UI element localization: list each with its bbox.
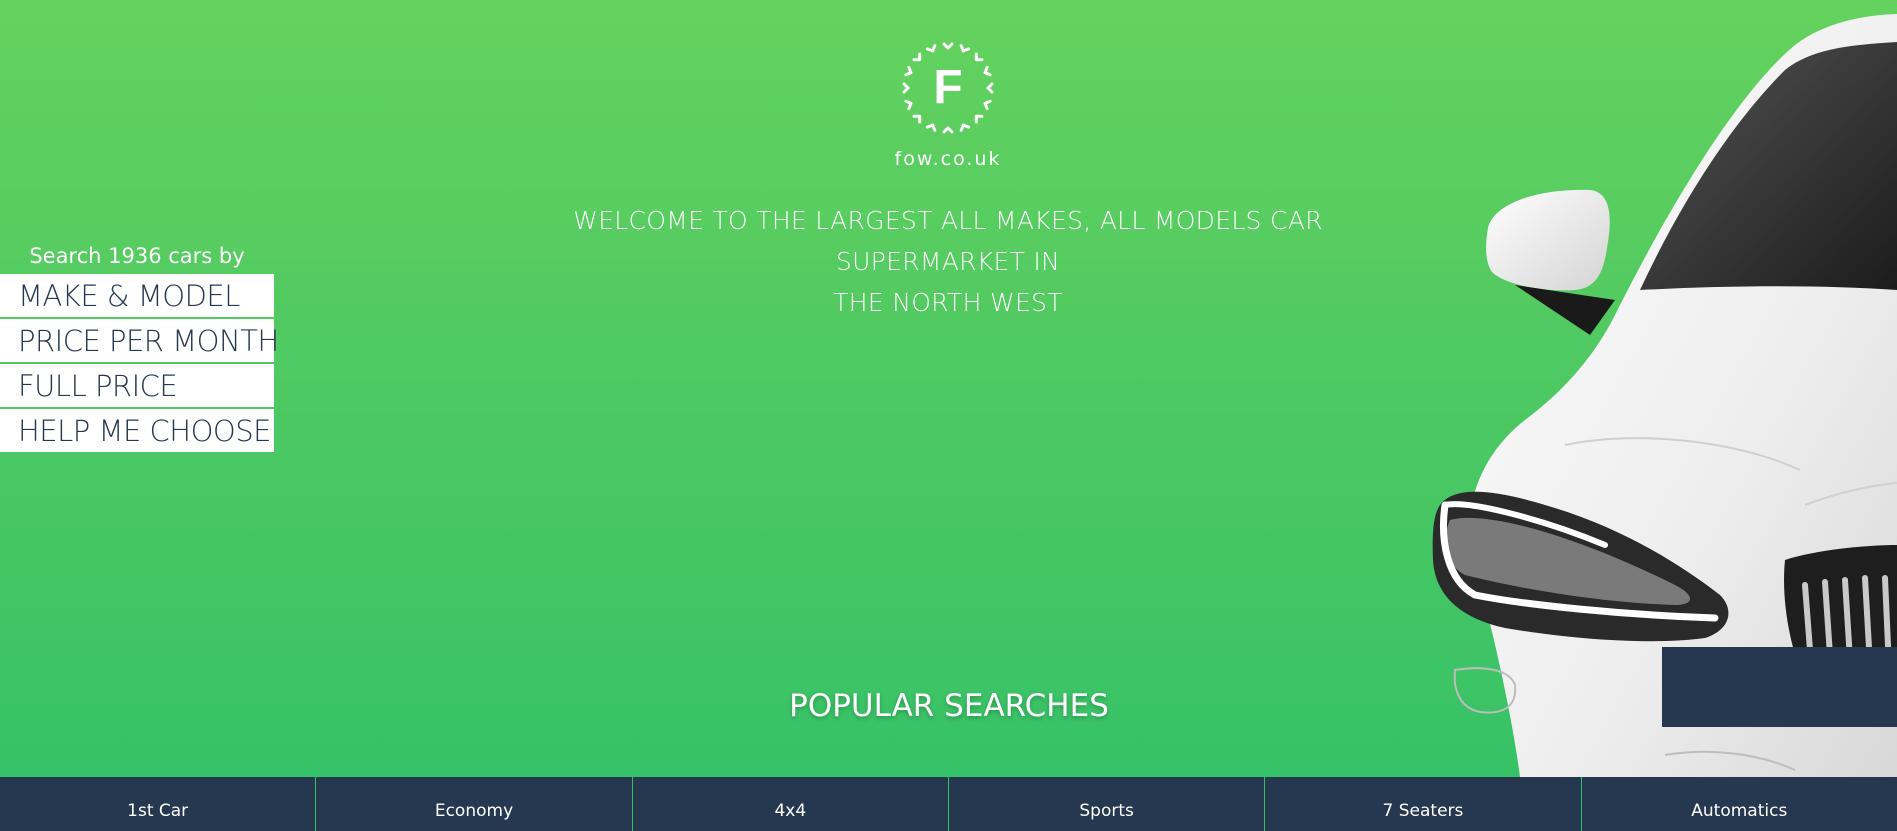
welcome-heading: WELCOME TO THE LARGEST ALL MAKES, ALL MO… xyxy=(478,200,1418,323)
logo-mark: F xyxy=(896,36,1000,140)
welcome-line-2: THE NORTH WEST xyxy=(833,288,1063,317)
search-option-price-per-month[interactable]: PRICE PER MONTH xyxy=(0,319,279,362)
search-title: Search 1936 cars by xyxy=(29,244,245,268)
search-option-full-price[interactable]: FULL PRICE xyxy=(0,364,274,407)
site-logo[interactable]: F fow.co.uk xyxy=(888,36,1008,172)
logo-domain: fow.co.uk xyxy=(894,148,1002,170)
popular-searches-title: POPULAR SEARCHES xyxy=(789,688,1109,724)
search-option-help-me-choose[interactable]: HELP ME CHOOSE xyxy=(0,409,274,452)
nav-item-7-seaters[interactable]: 7 Seaters xyxy=(1265,777,1582,831)
nav-item-economy[interactable]: Economy xyxy=(316,777,633,831)
search-option-make-model[interactable]: MAKE & MODEL xyxy=(0,274,274,317)
hero-section: F fow.co.uk WELCOME TO THE LARGEST ALL M… xyxy=(0,0,1897,777)
nav-item-4x4[interactable]: 4x4 xyxy=(633,777,949,831)
nav-item-1st-car[interactable]: 1st Car xyxy=(0,777,317,831)
search-options: MAKE & MODEL PRICE PER MONTH FULL PRICE … xyxy=(0,274,279,454)
nav-item-sports[interactable]: Sports xyxy=(949,777,1266,831)
welcome-line-1: WELCOME TO THE LARGEST ALL MAKES, ALL MO… xyxy=(573,206,1323,276)
nav-item-automatics[interactable]: Automatics xyxy=(1582,777,1897,831)
popular-searches-nav: 1st Car Economy 4x4 Sports 7 Seaters Aut… xyxy=(0,777,1897,831)
logo-letter: F xyxy=(933,61,963,114)
overlay-panel xyxy=(1662,647,1897,727)
